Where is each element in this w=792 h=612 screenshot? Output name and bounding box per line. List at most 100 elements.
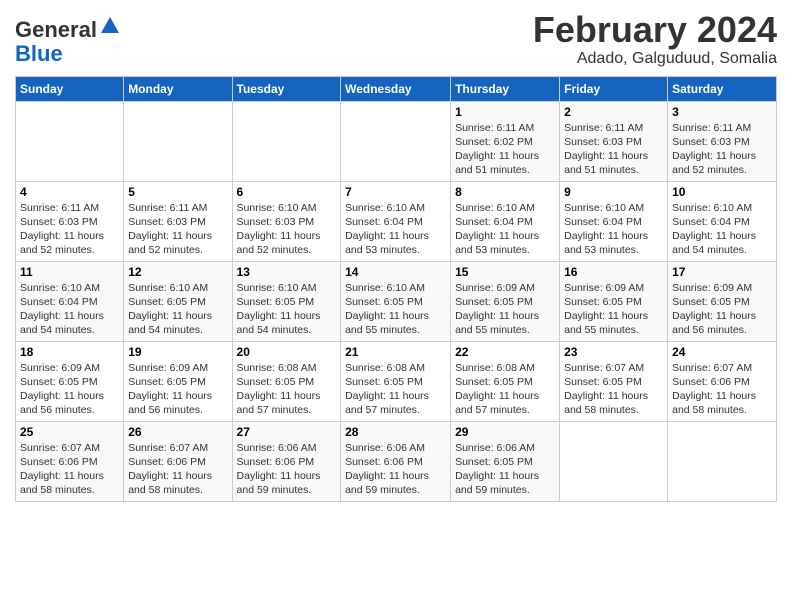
calendar-cell bbox=[16, 101, 124, 181]
day-info: Sunrise: 6:10 AM Sunset: 6:04 PM Dayligh… bbox=[345, 201, 446, 258]
week-row-1: 1 Sunrise: 6:11 AM Sunset: 6:02 PM Daylig… bbox=[16, 101, 777, 181]
day-number: 22 bbox=[455, 345, 555, 359]
header-monday: Monday bbox=[124, 76, 232, 101]
day-number: 18 bbox=[20, 345, 119, 359]
day-info: Sunrise: 6:09 AM Sunset: 6:05 PM Dayligh… bbox=[128, 361, 227, 418]
day-info: Sunrise: 6:07 AM Sunset: 6:05 PM Dayligh… bbox=[564, 361, 663, 418]
calendar-cell: 21Sunrise: 6:08 AM Sunset: 6:05 PM Dayli… bbox=[341, 341, 451, 421]
calendar-cell: 1 Sunrise: 6:11 AM Sunset: 6:02 PM Daylig… bbox=[451, 101, 560, 181]
header-sunday: Sunday bbox=[16, 76, 124, 101]
day-info: Sunrise: 6:06 AM Sunset: 6:05 PM Dayligh… bbox=[455, 441, 555, 498]
title-block: February 2024 Adado, Galguduud, Somalia bbox=[533, 10, 777, 68]
header-thursday: Thursday bbox=[451, 76, 560, 101]
day-info: Sunrise: 6:09 AM Sunset: 6:05 PM Dayligh… bbox=[20, 361, 119, 418]
day-info: Sunrise: 6:10 AM Sunset: 6:04 PM Dayligh… bbox=[455, 201, 555, 258]
calendar-cell bbox=[124, 101, 232, 181]
calendar-cell: 13 Sunrise: 6:10 AM Sunset: 6:05 PM Dayli… bbox=[232, 261, 341, 341]
day-info: Sunrise: 6:07 AM Sunset: 6:06 PM Dayligh… bbox=[128, 441, 227, 498]
page-header: General Blue February 2024 Adado, Galgud… bbox=[15, 10, 777, 68]
calendar-cell bbox=[341, 101, 451, 181]
day-info: Sunrise: 6:07 AM Sunset: 6:06 PM Dayligh… bbox=[672, 361, 772, 418]
day-info: Sunrise: 6:08 AM Sunset: 6:05 PM Dayligh… bbox=[455, 361, 555, 418]
day-number: 26 bbox=[128, 425, 227, 439]
day-info: Sunrise: 6:08 AM Sunset: 6:05 PM Dayligh… bbox=[345, 361, 446, 418]
day-info: Sunrise: 6:09 AM Sunset: 6:05 PM Dayligh… bbox=[564, 281, 663, 338]
calendar-title: February 2024 bbox=[533, 10, 777, 50]
day-number: 3 bbox=[672, 105, 772, 119]
day-info: Sunrise: 6:08 AM Sunset: 6:05 PM Dayligh… bbox=[237, 361, 337, 418]
day-info: Sunrise: 6:10 AM Sunset: 6:03 PM Dayligh… bbox=[237, 201, 337, 258]
calendar-cell bbox=[232, 101, 341, 181]
day-number: 24 bbox=[672, 345, 772, 359]
week-row-3: 11Sunrise: 6:10 AM Sunset: 6:04 PM Dayli… bbox=[16, 261, 777, 341]
week-row-5: 25 Sunrise: 6:07 AM Sunset: 6:06 PM Dayli… bbox=[16, 421, 777, 501]
calendar-cell: 2 Sunrise: 6:11 AM Sunset: 6:03 PM Daylig… bbox=[560, 101, 668, 181]
calendar-cell: 20 Sunrise: 6:08 AM Sunset: 6:05 PM Dayli… bbox=[232, 341, 341, 421]
calendar-cell: 14 Sunrise: 6:10 AM Sunset: 6:05 PM Dayli… bbox=[341, 261, 451, 341]
header-row: SundayMondayTuesdayWednesdayThursdayFrid… bbox=[16, 76, 777, 101]
calendar-cell: 23Sunrise: 6:07 AM Sunset: 6:05 PM Dayli… bbox=[560, 341, 668, 421]
calendar-cell: 19 Sunrise: 6:09 AM Sunset: 6:05 PM Dayli… bbox=[124, 341, 232, 421]
day-info: Sunrise: 6:09 AM Sunset: 6:05 PM Dayligh… bbox=[672, 281, 772, 338]
calendar-cell: 3Sunrise: 6:11 AM Sunset: 6:03 PM Daylig… bbox=[668, 101, 777, 181]
day-number: 5 bbox=[128, 185, 227, 199]
day-number: 2 bbox=[564, 105, 663, 119]
day-number: 12 bbox=[128, 265, 227, 279]
day-number: 28 bbox=[345, 425, 446, 439]
calendar-cell: 17 Sunrise: 6:09 AM Sunset: 6:05 PM Dayli… bbox=[668, 261, 777, 341]
calendar-cell: 11Sunrise: 6:10 AM Sunset: 6:04 PM Dayli… bbox=[16, 261, 124, 341]
calendar-cell: 25 Sunrise: 6:07 AM Sunset: 6:06 PM Dayli… bbox=[16, 421, 124, 501]
logo: General Blue bbox=[15, 15, 121, 66]
day-info: Sunrise: 6:11 AM Sunset: 6:03 PM Dayligh… bbox=[128, 201, 227, 258]
day-info: Sunrise: 6:10 AM Sunset: 6:05 PM Dayligh… bbox=[128, 281, 227, 338]
day-info: Sunrise: 6:11 AM Sunset: 6:03 PM Dayligh… bbox=[20, 201, 119, 258]
calendar-cell: 22 Sunrise: 6:08 AM Sunset: 6:05 PM Dayli… bbox=[451, 341, 560, 421]
calendar-cell: 5 Sunrise: 6:11 AM Sunset: 6:03 PM Daylig… bbox=[124, 181, 232, 261]
calendar-cell: 28Sunrise: 6:06 AM Sunset: 6:06 PM Dayli… bbox=[341, 421, 451, 501]
week-row-4: 18 Sunrise: 6:09 AM Sunset: 6:05 PM Dayli… bbox=[16, 341, 777, 421]
day-info: Sunrise: 6:10 AM Sunset: 6:04 PM Dayligh… bbox=[672, 201, 772, 258]
day-number: 29 bbox=[455, 425, 555, 439]
calendar-cell: 4Sunrise: 6:11 AM Sunset: 6:03 PM Daylig… bbox=[16, 181, 124, 261]
day-number: 19 bbox=[128, 345, 227, 359]
calendar-cell: 16 Sunrise: 6:09 AM Sunset: 6:05 PM Dayli… bbox=[560, 261, 668, 341]
calendar-cell: 9 Sunrise: 6:10 AM Sunset: 6:04 PM Daylig… bbox=[560, 181, 668, 261]
day-info: Sunrise: 6:11 AM Sunset: 6:02 PM Dayligh… bbox=[455, 121, 555, 178]
calendar-cell bbox=[668, 421, 777, 501]
day-info: Sunrise: 6:10 AM Sunset: 6:05 PM Dayligh… bbox=[237, 281, 337, 338]
calendar-subtitle: Adado, Galguduud, Somalia bbox=[533, 50, 777, 68]
calendar-cell: 26 Sunrise: 6:07 AM Sunset: 6:06 PM Dayli… bbox=[124, 421, 232, 501]
day-number: 6 bbox=[237, 185, 337, 199]
calendar-cell: 7 Sunrise: 6:10 AM Sunset: 6:04 PM Daylig… bbox=[341, 181, 451, 261]
week-row-2: 4Sunrise: 6:11 AM Sunset: 6:03 PM Daylig… bbox=[16, 181, 777, 261]
day-number: 17 bbox=[672, 265, 772, 279]
logo-blue-text: Blue bbox=[15, 41, 63, 66]
calendar-cell: 12 Sunrise: 6:10 AM Sunset: 6:05 PM Dayli… bbox=[124, 261, 232, 341]
day-info: Sunrise: 6:09 AM Sunset: 6:05 PM Dayligh… bbox=[455, 281, 555, 338]
day-number: 7 bbox=[345, 185, 446, 199]
calendar-cell: 24 Sunrise: 6:07 AM Sunset: 6:06 PM Dayli… bbox=[668, 341, 777, 421]
day-number: 20 bbox=[237, 345, 337, 359]
calendar-cell: 27 Sunrise: 6:06 AM Sunset: 6:06 PM Dayli… bbox=[232, 421, 341, 501]
day-info: Sunrise: 6:07 AM Sunset: 6:06 PM Dayligh… bbox=[20, 441, 119, 498]
day-number: 16 bbox=[564, 265, 663, 279]
day-number: 27 bbox=[237, 425, 337, 439]
day-info: Sunrise: 6:10 AM Sunset: 6:04 PM Dayligh… bbox=[564, 201, 663, 258]
day-number: 15 bbox=[455, 265, 555, 279]
calendar-cell: 29 Sunrise: 6:06 AM Sunset: 6:05 PM Dayli… bbox=[451, 421, 560, 501]
day-number: 14 bbox=[345, 265, 446, 279]
day-number: 1 bbox=[455, 105, 555, 119]
day-info: Sunrise: 6:06 AM Sunset: 6:06 PM Dayligh… bbox=[237, 441, 337, 498]
calendar-cell: 8Sunrise: 6:10 AM Sunset: 6:04 PM Daylig… bbox=[451, 181, 560, 261]
day-number: 13 bbox=[237, 265, 337, 279]
day-number: 25 bbox=[20, 425, 119, 439]
calendar-cell bbox=[560, 421, 668, 501]
calendar-cell: 15 Sunrise: 6:09 AM Sunset: 6:05 PM Dayli… bbox=[451, 261, 560, 341]
day-info: Sunrise: 6:10 AM Sunset: 6:05 PM Dayligh… bbox=[345, 281, 446, 338]
day-number: 9 bbox=[564, 185, 663, 199]
header-friday: Friday bbox=[560, 76, 668, 101]
day-info: Sunrise: 6:11 AM Sunset: 6:03 PM Dayligh… bbox=[564, 121, 663, 178]
day-info: Sunrise: 6:10 AM Sunset: 6:04 PM Dayligh… bbox=[20, 281, 119, 338]
calendar-cell: 6 Sunrise: 6:10 AM Sunset: 6:03 PM Daylig… bbox=[232, 181, 341, 261]
calendar-cell: 18 Sunrise: 6:09 AM Sunset: 6:05 PM Dayli… bbox=[16, 341, 124, 421]
